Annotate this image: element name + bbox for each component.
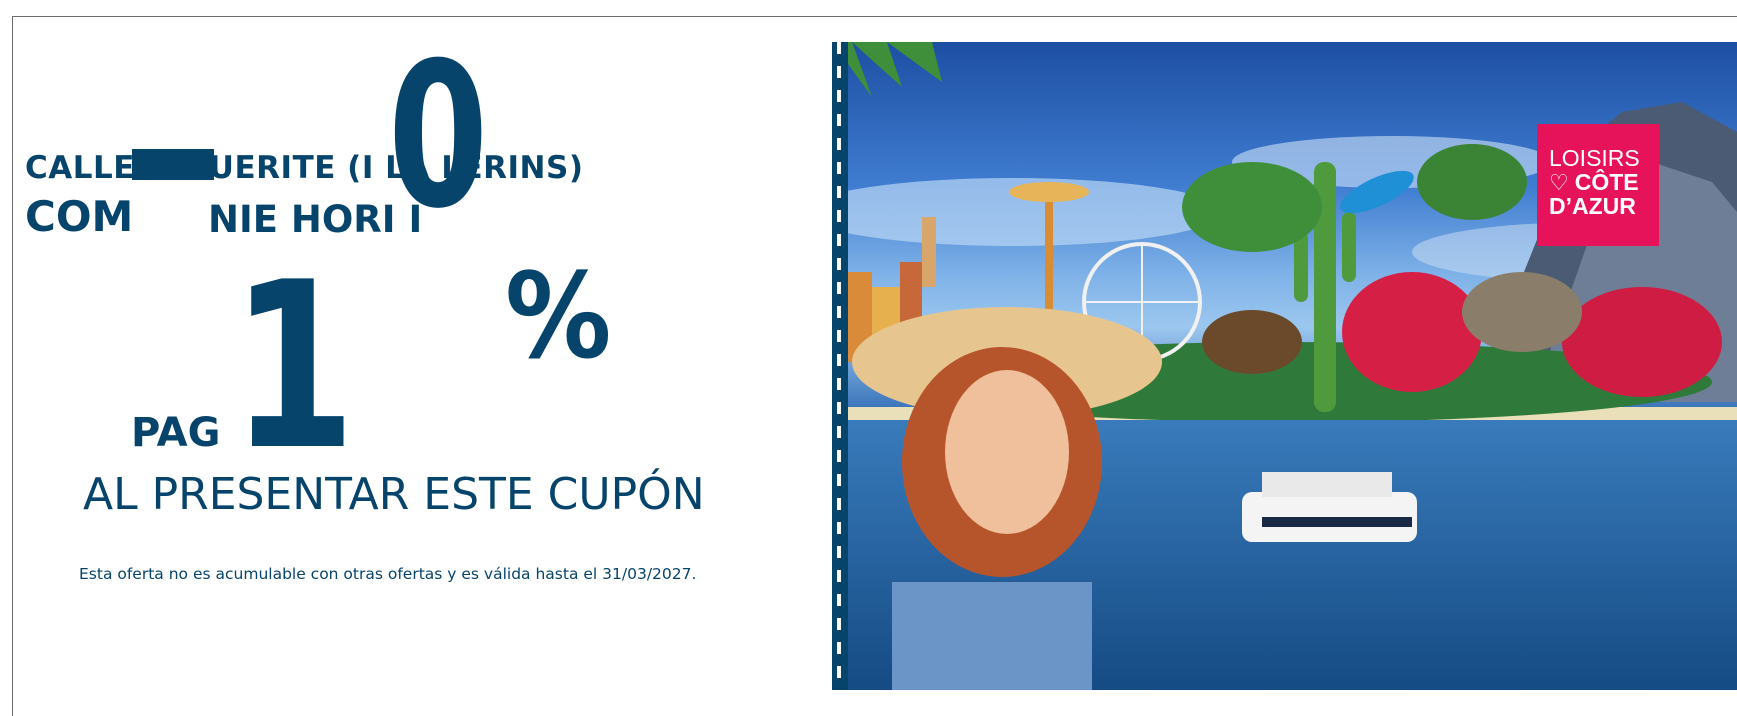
coupon-text-area: CALLE. RGUERITE (I LA LÉRINS) COM NIE HO… <box>13 17 833 707</box>
company-name-left: COM <box>25 192 134 241</box>
discount-digit-zero: 0 <box>388 20 489 253</box>
fine-print: Esta oferta no es acumulable con otras o… <box>79 565 697 583</box>
logo-line2: CÔTE <box>1574 169 1639 196</box>
promo-photo-collage: LOISIRS ♡ CÔTE D’AZUR <box>832 42 1737 690</box>
loisirs-cote-dazur-logo: LOISIRS ♡ CÔTE D’AZUR <box>1537 124 1659 246</box>
logo-line3: D’AZUR <box>1549 193 1636 220</box>
present-coupon-text: AL PRESENTAR ESTE CUPÓN <box>83 469 705 520</box>
perforation-edge <box>832 42 848 690</box>
percent-sign: % <box>505 247 612 385</box>
redaction-mark <box>132 149 214 180</box>
discount-digit-one: 1 <box>231 234 356 501</box>
pay-label: PAG <box>131 410 221 456</box>
heart-outline-icon: ♡ <box>1549 169 1569 195</box>
logo-line1: LOISIRS <box>1549 145 1640 171</box>
logo-cote-row: ♡ CÔTE <box>1549 170 1649 194</box>
venue-address: CALLE. RGUERITE (I LA LÉRINS) <box>25 150 584 186</box>
